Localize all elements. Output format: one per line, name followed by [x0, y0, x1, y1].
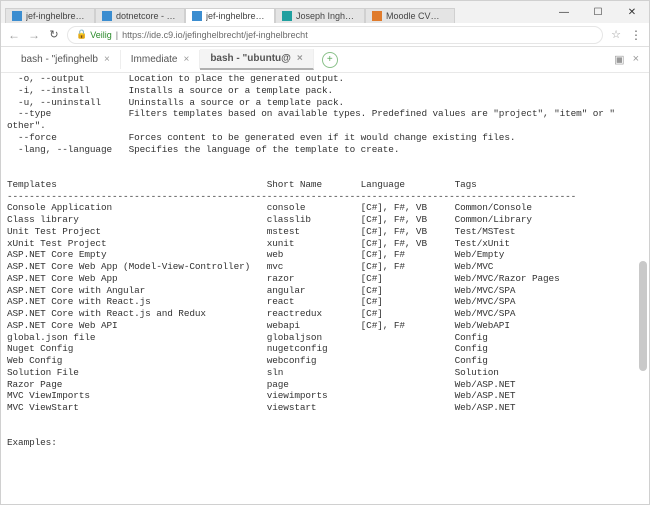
- browser-tab-label: jef-inghelbrecht - Cloud9: [206, 11, 266, 21]
- secure-badge: 🔒 Veilig: [76, 29, 112, 40]
- terminal-output[interactable]: -o, --output Location to place the gener…: [1, 73, 649, 504]
- browser-tab-label: Moodle CVO Antwerpen: [386, 11, 446, 21]
- browser-tab[interactable]: jef-inghelbrecht - Cloud9: [5, 8, 95, 23]
- scrollbar-thumb[interactable]: [639, 261, 647, 371]
- forward-icon[interactable]: →: [27, 28, 41, 42]
- ide-tab-tools: ▣×: [614, 53, 639, 66]
- favicon-icon: [282, 11, 292, 21]
- vertical-divider: |: [116, 30, 118, 40]
- window-minimize[interactable]: —: [547, 1, 581, 23]
- favicon-icon: [372, 11, 382, 21]
- ide-tab[interactable]: bash - "ubuntu@ ×: [200, 49, 313, 70]
- window-controls: — ☐ ✕: [547, 1, 649, 23]
- back-icon[interactable]: ←: [7, 28, 21, 42]
- reload-icon[interactable]: ↻: [47, 28, 61, 41]
- browser-tab-label: dotnetcore - Cloud9: [116, 11, 176, 21]
- panel-icon[interactable]: ▣: [614, 53, 624, 66]
- close-icon[interactable]: ×: [183, 54, 189, 65]
- favicon-icon: [102, 11, 112, 21]
- bookmark-star-icon[interactable]: ☆: [609, 28, 623, 41]
- browser-tab[interactable]: Moodle CVO Antwerpen: [365, 8, 455, 23]
- ide-tab[interactable]: Immediate ×: [121, 50, 201, 69]
- close-panel-icon[interactable]: ×: [633, 53, 639, 66]
- ide-tab-label: bash - "jefinghelb: [21, 54, 98, 65]
- address-bar: ← → ↻ 🔒 Veilig | https://ide.c9.io/jefin…: [1, 23, 649, 47]
- ide-tab[interactable]: bash - "jefinghelb ×: [11, 50, 121, 69]
- browser-tab[interactable]: Joseph Inghelbrecht - O: [275, 8, 365, 23]
- browser-tab[interactable]: jef-inghelbrecht - Cloud9: [185, 8, 275, 23]
- close-icon[interactable]: ×: [104, 54, 110, 65]
- ide-tab-label: Immediate: [131, 54, 178, 65]
- url-text: https://ide.c9.io/jefinghelbrecht/jef-in…: [122, 30, 308, 40]
- window-maximize[interactable]: ☐: [581, 1, 615, 23]
- close-icon[interactable]: ×: [297, 53, 303, 64]
- browser-tab-label: Joseph Inghelbrecht - O: [296, 11, 356, 21]
- url-field[interactable]: 🔒 Veilig | https://ide.c9.io/jefinghelbr…: [67, 26, 603, 44]
- favicon-icon: [192, 11, 202, 21]
- browser-tab[interactable]: dotnetcore - Cloud9: [95, 8, 185, 23]
- add-tab-button[interactable]: +: [322, 52, 338, 68]
- secure-label: Veilig: [90, 30, 112, 40]
- ide-tab-label: bash - "ubuntu@: [210, 53, 291, 64]
- favicon-icon: [12, 11, 22, 21]
- browser-tab-label: jef-inghelbrecht - Cloud9: [26, 11, 86, 21]
- ide-tab-strip: bash - "jefinghelb×Immediate×bash - "ubu…: [1, 47, 649, 73]
- lock-icon: 🔒: [76, 29, 87, 40]
- browser-menu-icon[interactable]: ⋮: [629, 29, 643, 41]
- window-close[interactable]: ✕: [615, 1, 649, 23]
